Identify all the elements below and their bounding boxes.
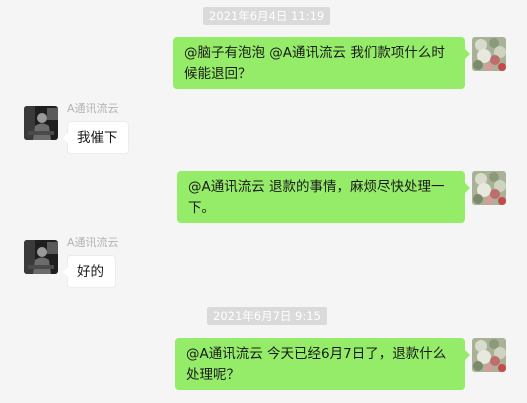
- timestamp-badge: 2021年6月4日 11:19: [203, 7, 331, 25]
- flower-bouquet-icon: [472, 171, 506, 205]
- timestamp-badge: 2021年6月7日 9:15: [207, 307, 327, 325]
- message-text: 我催下: [77, 130, 118, 146]
- message-bubble[interactable]: 我催下: [63, 121, 129, 154]
- person-photo-avatar[interactable]: [24, 240, 58, 274]
- flower-bouquet-avatar[interactable]: [472, 171, 506, 205]
- sender-name: A通讯流云: [67, 102, 119, 115]
- flower-bouquet-avatar[interactable]: [472, 37, 506, 71]
- message-text: @A通讯流云 退款的事情，麻烦尽快处理一下。: [188, 179, 445, 216]
- person-photo-avatar[interactable]: [24, 106, 58, 140]
- message-text: @脑子有泡泡 @A通讯流云 我们款项什么时候能退回？: [184, 45, 445, 82]
- message-bubble[interactable]: @脑子有泡泡 @A通讯流云 我们款项什么时候能退回？: [173, 37, 470, 89]
- message-bubble[interactable]: @A通讯流云 今天已经6月7日了，退款什么处理呢？: [175, 338, 470, 390]
- person-photo-icon: [24, 106, 58, 140]
- message-bubble[interactable]: 好的: [63, 255, 116, 288]
- flower-bouquet-icon: [472, 338, 506, 372]
- flower-bouquet-icon: [472, 37, 506, 71]
- message-text: @A通讯流云 今天已经6月7日了，退款什么处理呢？: [186, 346, 447, 383]
- message-bubble[interactable]: @A通讯流云 退款的事情，麻烦尽快处理一下。: [177, 171, 470, 223]
- chat-message-list[interactable]: 2021年6月4日 11:19 @脑子有泡泡 @A通讯流云 我们款项什么时候能退…: [0, 0, 527, 403]
- person-photo-icon: [24, 240, 58, 274]
- flower-bouquet-avatar[interactable]: [472, 338, 506, 372]
- sender-name: A通讯流云: [67, 236, 119, 249]
- message-text: 好的: [77, 264, 104, 280]
